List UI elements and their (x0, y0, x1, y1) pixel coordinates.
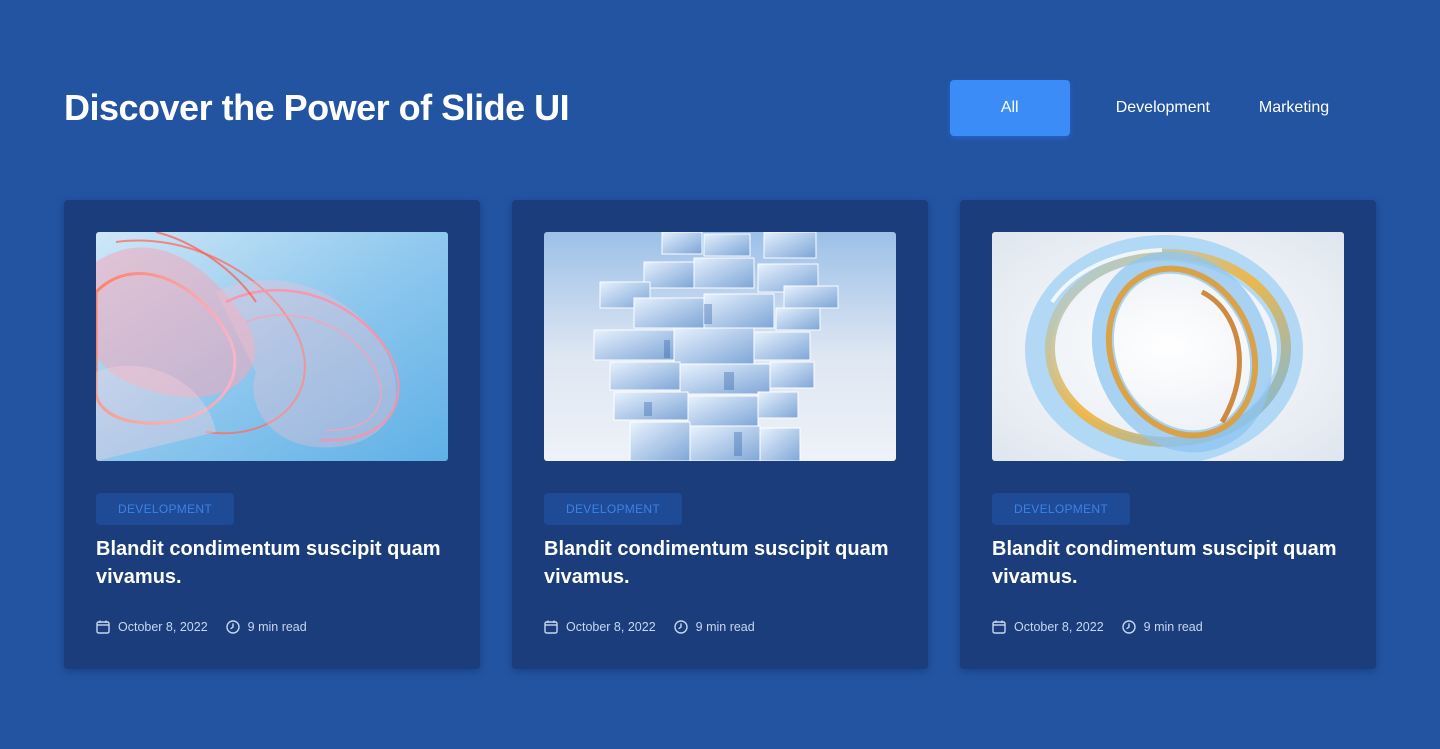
date-meta: October 8, 2022 (992, 620, 1104, 634)
read-time-meta: 9 min read (1121, 620, 1203, 634)
clock-icon (1121, 620, 1136, 634)
blog-card[interactable]: DEVELOPMENT Blandit condimentum suscipit… (512, 200, 928, 669)
tab-all[interactable]: All (949, 80, 1070, 136)
clock-icon (673, 620, 688, 634)
card-meta: October 8, 2022 9 min read (96, 620, 307, 634)
read-time: 9 min read (247, 620, 307, 634)
post-date: October 8, 2022 (1014, 620, 1104, 634)
post-date: October 8, 2022 (118, 620, 208, 634)
page-title: Discover the Power of Slide UI (64, 87, 570, 128)
blog-card[interactable]: DEVELOPMENT Blandit condimentum suscipit… (960, 200, 1376, 669)
card-list: DEVELOPMENT Blandit condimentum suscipit… (64, 200, 1376, 669)
calendar-icon (544, 620, 558, 634)
date-meta: October 8, 2022 (96, 620, 208, 634)
read-time: 9 min read (695, 620, 755, 634)
filter-tabs: All Development Marketing (949, 80, 1354, 136)
category-tag[interactable]: DEVELOPMENT (96, 493, 234, 525)
read-time: 9 min read (1143, 620, 1203, 634)
glass-ring-image[interactable] (992, 232, 1344, 461)
card-title[interactable]: Blandit condimentum suscipit quam vivamu… (96, 535, 448, 591)
card-title[interactable]: Blandit condimentum suscipit quam vivamu… (992, 535, 1344, 591)
card-title[interactable]: Blandit condimentum suscipit quam vivamu… (544, 535, 896, 591)
read-time-meta: 9 min read (673, 620, 755, 634)
calendar-icon (992, 620, 1006, 634)
tab-marketing[interactable]: Marketing (1234, 80, 1354, 136)
page: Discover the Power of Slide UI All Devel… (0, 0, 1440, 749)
date-meta: October 8, 2022 (544, 620, 656, 634)
blog-card[interactable]: DEVELOPMENT Blandit condimentum suscipit… (64, 200, 480, 669)
card-meta: October 8, 2022 9 min read (992, 620, 1203, 634)
clock-icon (225, 620, 240, 634)
header: Discover the Power of Slide UI All Devel… (64, 78, 1376, 138)
tab-development[interactable]: Development (1092, 80, 1234, 136)
read-time-meta: 9 min read (225, 620, 307, 634)
card-meta: October 8, 2022 9 min read (544, 620, 755, 634)
post-date: October 8, 2022 (566, 620, 656, 634)
category-tag[interactable]: DEVELOPMENT (544, 493, 682, 525)
category-tag[interactable]: DEVELOPMENT (992, 493, 1130, 525)
glass-cube-tower-image[interactable] (544, 232, 896, 461)
abstract-glass-waves-image[interactable] (96, 232, 448, 461)
calendar-icon (96, 620, 110, 634)
